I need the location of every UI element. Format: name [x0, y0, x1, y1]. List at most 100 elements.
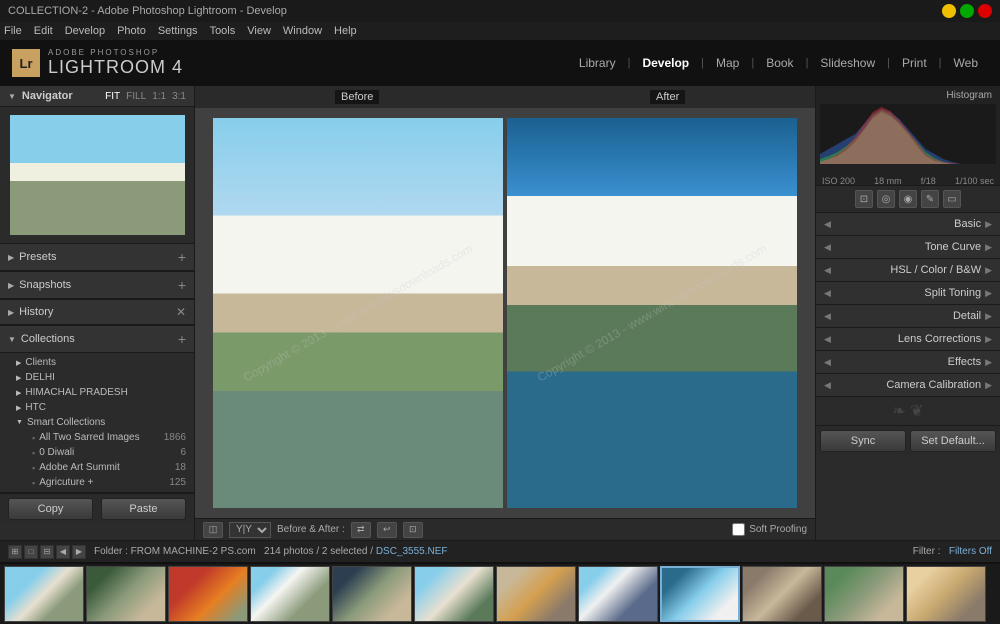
after-label: After: [650, 90, 685, 104]
history-header[interactable]: ▶ History ✕: [0, 300, 194, 325]
smart-item-3[interactable]: ▪ Agricuture + 125: [0, 475, 194, 490]
smart-item-0[interactable]: ▪ All Two Sarred Images 1866: [0, 430, 194, 445]
collections-triangle: ▼: [8, 335, 16, 344]
minimize-button[interactable]: [942, 4, 956, 18]
prev-btn[interactable]: ◀: [56, 545, 70, 559]
tone-curve-section[interactable]: ◀ Tone Curve ▶: [816, 236, 1000, 259]
filmstrip-thumb-10[interactable]: [742, 566, 822, 622]
copy-button-toolbar[interactable]: ↩: [377, 522, 397, 538]
grid-view-btn[interactable]: ⊞: [8, 545, 22, 559]
smart-item-1[interactable]: ▪ 0 Diwali 6: [0, 445, 194, 460]
sep6: |: [939, 57, 942, 69]
filmstrip-thumb-11[interactable]: [824, 566, 904, 622]
brush-tool[interactable]: ✎: [921, 190, 939, 208]
collections-list: ▶ Clients ▶ DELHI ▶ HIMACHAL PRADESH ▶ H…: [0, 353, 194, 492]
basic-section[interactable]: ◀ Basic ▶: [816, 213, 1000, 236]
collections-add-button[interactable]: +: [178, 331, 186, 347]
snapshots-add-button[interactable]: +: [178, 277, 186, 293]
menu-view[interactable]: View: [247, 25, 271, 37]
collection-htc[interactable]: ▶ HTC: [0, 400, 194, 415]
tab-library[interactable]: Library: [569, 52, 626, 74]
fit-1-1[interactable]: 1:1: [152, 91, 166, 102]
collection-delhi[interactable]: ▶ DELHI: [0, 370, 194, 385]
next-btn[interactable]: ▶: [72, 545, 86, 559]
effects-label: Effects: [835, 356, 981, 368]
before-label: Before: [335, 90, 379, 104]
filter-value[interactable]: Filters Off: [949, 546, 992, 557]
filmstrip-thumb-4[interactable]: [250, 566, 330, 622]
history-close-button[interactable]: ✕: [176, 305, 186, 319]
collections-section: ▼ Collections + ▶ Clients ▶ DELHI ▶ HIMA…: [0, 326, 194, 493]
menu-edit[interactable]: Edit: [34, 25, 53, 37]
lens-label: Lens Corrections: [835, 333, 981, 345]
menu-settings[interactable]: Settings: [158, 25, 198, 37]
close-button[interactable]: [978, 4, 992, 18]
detail-section[interactable]: ◀ Detail ▶: [816, 305, 1000, 328]
split-toning-section[interactable]: ◀ Split Toning ▶: [816, 282, 1000, 305]
fit-fill[interactable]: FILL: [126, 91, 146, 102]
fit-fit[interactable]: FIT: [105, 91, 120, 102]
app-header: Lr ADOBE PHOTOSHOP LIGHTROOM 4 Library |…: [0, 40, 1000, 86]
menu-develop[interactable]: Develop: [65, 25, 105, 37]
menu-file[interactable]: File: [4, 25, 22, 37]
crop-tool[interactable]: ⊡: [855, 190, 873, 208]
tab-develop[interactable]: Develop: [632, 52, 699, 74]
collection-himachal[interactable]: ▶ HIMACHAL PRADESH: [0, 385, 194, 400]
redeye-tool[interactable]: ◉: [899, 190, 917, 208]
lens-corrections-section[interactable]: ◀ Lens Corrections ▶: [816, 328, 1000, 351]
collection-smart[interactable]: ▼ Smart Collections: [0, 415, 194, 430]
filmstrip-thumb-12[interactable]: [906, 566, 986, 622]
snapshots-header[interactable]: ▶ Snapshots +: [0, 272, 194, 299]
tab-map[interactable]: Map: [706, 52, 749, 74]
tab-slideshow[interactable]: Slideshow: [810, 52, 885, 74]
single-view-btn[interactable]: □: [24, 545, 38, 559]
file-link[interactable]: DSC_3555.NEF: [376, 546, 448, 557]
smart-item-2[interactable]: ▪ Adobe Art Summit 18: [0, 460, 194, 475]
filmstrip-thumb-7[interactable]: [496, 566, 576, 622]
split-toning-arrow-left: ◀: [824, 288, 831, 299]
filmstrip-thumb-2[interactable]: [86, 566, 166, 622]
presets-add-button[interactable]: +: [178, 249, 186, 265]
collections-header[interactable]: ▼ Collections +: [0, 326, 194, 353]
camera-calibration-section[interactable]: ◀ Camera Calibration ▶: [816, 374, 1000, 397]
swap-button[interactable]: ⇄: [351, 522, 371, 538]
view-mode-button[interactable]: ◫: [203, 522, 223, 538]
tab-print[interactable]: Print: [892, 52, 937, 74]
filmstrip-thumb-6[interactable]: [414, 566, 494, 622]
set-default-button[interactable]: Set Default...: [910, 430, 996, 452]
view-mode-select[interactable]: Y|Y: [229, 522, 271, 538]
soft-proofing-checkbox[interactable]: [732, 523, 745, 536]
compare-view-btn[interactable]: ⊟: [40, 545, 54, 559]
paste-button[interactable]: Paste: [101, 498, 186, 520]
menu-tools[interactable]: Tools: [210, 25, 236, 37]
left-panel: ▼ Navigator FIT FILL 1:1 3:1 ▶ Presets +: [0, 86, 195, 540]
copy-button[interactable]: Copy: [8, 498, 93, 520]
filmstrip-thumb-5[interactable]: [332, 566, 412, 622]
collection-clients[interactable]: ▶ Clients: [0, 355, 194, 370]
compare-button[interactable]: ⊡: [403, 522, 423, 538]
menu-window[interactable]: Window: [283, 25, 322, 37]
htc-name: HTC: [25, 402, 186, 413]
histogram-title: Histogram: [946, 90, 992, 101]
filmstrip-thumb-1[interactable]: [4, 566, 84, 622]
filmstrip-thumb-8[interactable]: [578, 566, 658, 622]
hsl-section[interactable]: ◀ HSL / Color / B&W ▶: [816, 259, 1000, 282]
navigator-header[interactable]: ▼ Navigator FIT FILL 1:1 3:1: [0, 86, 194, 107]
presets-header[interactable]: ▶ Presets +: [0, 244, 194, 271]
filmstrip-thumb-3[interactable]: [168, 566, 248, 622]
effects-section[interactable]: ◀ Effects ▶: [816, 351, 1000, 374]
camera-label: Camera Calibration: [835, 379, 981, 391]
smart-item-count-2: 18: [175, 462, 186, 473]
fit-3-1[interactable]: 3:1: [172, 91, 186, 102]
maximize-button[interactable]: [960, 4, 974, 18]
spot-tool[interactable]: ◎: [877, 190, 895, 208]
menu-help[interactable]: Help: [334, 25, 357, 37]
filmstrip-thumb-9[interactable]: [660, 566, 740, 622]
gradient-tool[interactable]: ▭: [943, 190, 961, 208]
tab-web[interactable]: Web: [944, 52, 988, 74]
menu-photo[interactable]: Photo: [117, 25, 146, 37]
tab-book[interactable]: Book: [756, 52, 803, 74]
sync-button[interactable]: Sync: [820, 430, 906, 452]
navigator-triangle: ▼: [8, 92, 16, 101]
effects-arrow: ▶: [985, 357, 992, 368]
